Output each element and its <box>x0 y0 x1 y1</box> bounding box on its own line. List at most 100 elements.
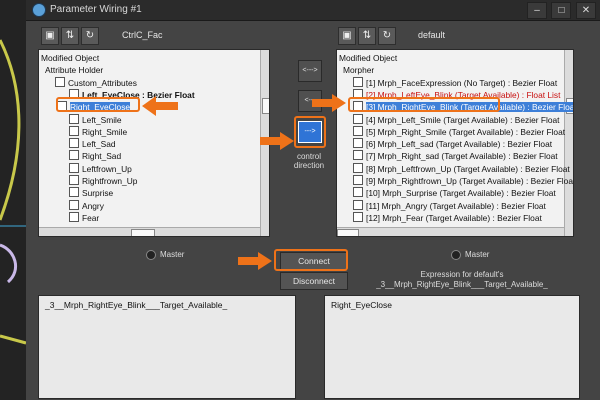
tree-item-label: [8] Mrph_Leftfrown_Up (Target Available)… <box>366 163 570 174</box>
tree-item[interactable]: Attribute Holder <box>45 64 103 76</box>
scroll-thumb[interactable] <box>131 229 155 236</box>
maximize-button[interactable]: □ <box>551 2 572 19</box>
tree-item-label: Left_Sad <box>82 139 116 150</box>
pick-object-icon[interactable]: ▣ <box>338 27 356 45</box>
close-button[interactable]: ✕ <box>576 2 596 19</box>
tree-item[interactable]: [5] Mrph_Right_Smile (Target Available) … <box>353 125 565 138</box>
tree-item-label: Rightfrown_Up <box>82 176 138 186</box>
track-icon <box>353 113 363 124</box>
tree-item-label: [10] Mrph_Surprise (Target Available) : … <box>366 188 556 199</box>
parameter-wiring-dialog: Parameter Wiring #1 – □ ✕ ▣ ⇅ ↻ CtrlC_Fa… <box>26 0 600 400</box>
tree-item[interactable]: [6] Mrph_Left_sad (Target Available) : B… <box>353 138 552 150</box>
tree-item-label: Morpher <box>343 65 375 76</box>
arrow-pointer-right-icon <box>260 132 294 150</box>
tree-item-label: Angry <box>82 200 104 211</box>
left-master-label: Master <box>160 250 185 259</box>
tree-item[interactable]: [9] Mrph_Rightfrown_Up (Target Available… <box>353 175 574 187</box>
scroll-thumb[interactable] <box>337 229 359 236</box>
track-icon <box>69 113 79 124</box>
tree-item-label: Surprise <box>82 188 114 199</box>
track-icon <box>353 76 363 87</box>
tree-item[interactable]: [11] Mrph_Angry (Target Available) : Bez… <box>353 199 546 212</box>
minimize-button[interactable]: – <box>526 2 547 19</box>
right-parameter-tree[interactable]: Modified Object Morpher [1] Mrph_FaceExpre… <box>336 49 574 237</box>
wire-right-to-left-button[interactable]: <---> <box>298 60 322 82</box>
track-icon <box>353 138 363 149</box>
find-icon[interactable]: ⇅ <box>358 27 376 45</box>
tree-item[interactable]: Leftfrown_Up <box>69 162 132 175</box>
right-object-name: default <box>418 30 446 40</box>
tree-item[interactable]: Left_Sad <box>69 138 116 150</box>
arrow-pointer-right-icon <box>312 94 346 112</box>
track-icon <box>69 187 79 198</box>
tree-item[interactable]: [7] Mrph_Right_sad (Target Available) : … <box>353 150 558 162</box>
track-icon <box>69 211 79 222</box>
track-icon <box>69 175 79 185</box>
tree-item-label: Modified Object <box>339 53 398 63</box>
tree-item[interactable]: Right_Smile <box>69 125 128 138</box>
tree-item[interactable]: Left_Smile <box>69 113 122 126</box>
tree-item[interactable]: Angry <box>69 199 104 212</box>
left-tree-hscroll[interactable] <box>39 227 260 236</box>
tree-item-label: [12] Mrph_Fear (Target Available) : Bezi… <box>366 212 542 223</box>
tree-item-label: Attribute Holder <box>45 65 104 76</box>
track-icon <box>69 199 79 210</box>
left-parameter-tree[interactable]: Modified Object Attribute Holder Custom_At… <box>38 49 270 237</box>
control-direction-label: control direction <box>293 152 325 170</box>
right-expression-label: Expression for default's _3__Mrph_RightE… <box>376 270 548 289</box>
tree-item-label: Modified Object <box>41 53 100 63</box>
right-tree-vscroll[interactable] <box>564 50 573 236</box>
left-object-name: CtrlC_Fac <box>122 30 163 40</box>
tree-item[interactable]: [8] Mrph_Leftfrown_Up (Target Available)… <box>353 162 570 175</box>
tree-item-label: Leftfrown_Up <box>82 163 132 174</box>
disconnect-button[interactable]: Disconnect <box>280 272 348 290</box>
tree-item-label: Right_Sad <box>82 151 122 162</box>
highlight-rightEye-blink <box>348 97 500 112</box>
track-icon <box>353 187 363 198</box>
track-icon <box>69 138 79 149</box>
tree-item[interactable]: [1] Mrph_FaceExpression (No Target) : Be… <box>353 76 558 89</box>
tree-item[interactable]: Rightfrown_Up <box>69 175 137 187</box>
highlight-connect <box>274 249 348 271</box>
tree-item-label: Right_Smile <box>82 126 128 137</box>
track-icon <box>353 199 363 210</box>
arrow-pointer-right-icon <box>238 252 272 270</box>
pick-object-icon[interactable]: ▣ <box>41 27 59 45</box>
track-icon <box>55 76 65 87</box>
tree-item-label: [6] Mrph_Left_sad (Target Available) : B… <box>366 139 553 150</box>
tree-item[interactable]: Custom_Attributes <box>55 76 137 89</box>
right-expression-textbox[interactable]: Right_EyeClose <box>324 295 580 399</box>
right-tree-hscroll[interactable] <box>337 227 564 236</box>
tree-item[interactable]: Fear <box>69 211 99 224</box>
title-bar: Parameter Wiring #1 – □ ✕ <box>26 0 600 21</box>
tree-item[interactable]: [4] Mrph_Left_Smile (Target Available) :… <box>353 113 560 126</box>
track-icon <box>353 211 363 222</box>
tree-item[interactable]: Right_Sad <box>69 150 121 162</box>
tree-item-label: [1] Mrph_FaceExpression (No Target) : Be… <box>366 77 558 88</box>
scroll-thumb[interactable] <box>262 98 269 114</box>
tree-item-label: [4] Mrph_Left_Smile (Target Available) :… <box>366 114 560 125</box>
tree-item-label: [9] Mrph_Rightfrown_Up (Target Available… <box>366 176 574 186</box>
track-icon <box>353 125 363 136</box>
tree-item[interactable]: [12] Mrph_Fear (Target Available) : Bezi… <box>353 211 542 224</box>
track-icon <box>69 162 79 173</box>
track-icon <box>69 125 79 136</box>
tree-item[interactable]: Surprise <box>69 187 113 199</box>
left-master-radio[interactable] <box>146 250 156 260</box>
right-master-label: Master <box>465 250 490 259</box>
tree-item[interactable]: Morpher <box>343 64 374 76</box>
tree-item-label: Custom_Attributes <box>68 77 137 88</box>
find-icon[interactable]: ⇅ <box>61 27 79 45</box>
tree-item[interactable]: Modified Object <box>41 52 99 64</box>
tree-item[interactable]: Modified Object <box>339 52 397 64</box>
highlight-control-direction <box>294 116 326 148</box>
right-master-radio[interactable] <box>451 250 461 260</box>
tree-item[interactable]: [10] Mrph_Surprise (Target Available) : … <box>353 187 556 199</box>
arrow-pointer-left-icon <box>142 96 178 116</box>
highlight-right-eyeclose <box>56 97 140 112</box>
track-icon <box>353 162 363 173</box>
left-expression-textbox[interactable]: _3__Mrph_RightEye_Blink___Target_Availab… <box>38 295 296 399</box>
track-icon <box>353 150 363 161</box>
refresh-icon[interactable]: ↻ <box>81 27 99 45</box>
refresh-icon[interactable]: ↻ <box>378 27 396 45</box>
